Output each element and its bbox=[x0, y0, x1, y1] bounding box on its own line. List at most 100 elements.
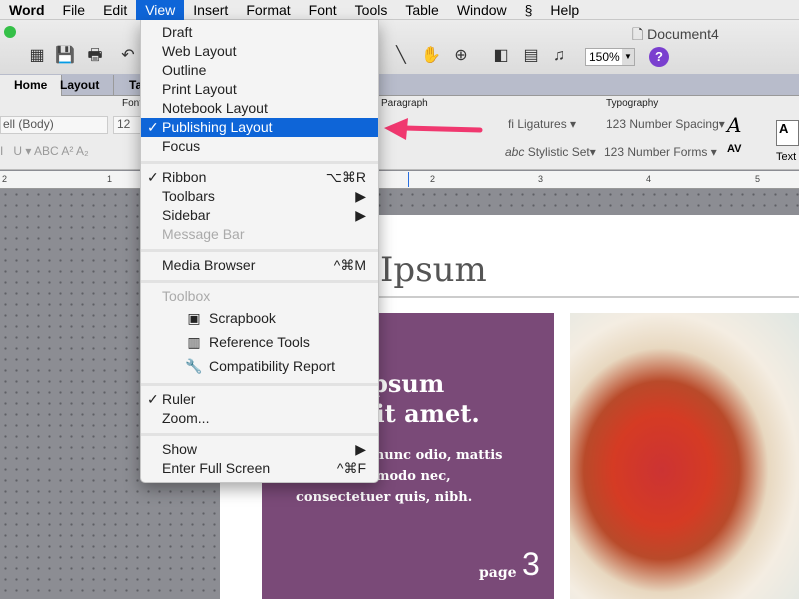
menu-help[interactable]: Help bbox=[541, 0, 588, 20]
ruler[interactable]: 2 1 2 3 4 5 bbox=[0, 171, 799, 189]
menu-view[interactable]: View bbox=[136, 0, 185, 20]
stylistic-set-button[interactable]: abc Stylistic Set▾ bbox=[505, 145, 596, 159]
menu-item-ruler[interactable]: ✓ Ruler bbox=[141, 390, 378, 409]
menu-item-reference-tools[interactable]: ▥ Reference Tools bbox=[141, 333, 378, 352]
shortcut-label: ^⌘M bbox=[333, 257, 366, 273]
menu-item-zoom[interactable]: Zoom... bbox=[141, 409, 378, 428]
box-body-1: e nunc odio, mattis bbox=[362, 448, 503, 463]
chevron-down-icon: ▼ bbox=[622, 49, 634, 65]
wrench-icon: 🔧 bbox=[185, 358, 203, 374]
ruler-mark: 2 bbox=[2, 174, 8, 184]
save-icon[interactable]: 💾 bbox=[54, 46, 76, 66]
menu-separator bbox=[141, 249, 378, 252]
stylistic-set-label: Stylistic Set bbox=[527, 145, 590, 159]
menu-insert[interactable]: Insert bbox=[184, 0, 237, 20]
hand-icon[interactable]: ✋ bbox=[420, 46, 442, 66]
menu-item-focus[interactable]: Focus bbox=[141, 137, 378, 156]
menu-table[interactable]: Table bbox=[396, 0, 447, 20]
menu-window[interactable]: Window bbox=[448, 0, 516, 20]
menu-item-outline[interactable]: Outline bbox=[141, 61, 378, 80]
menu-edit[interactable]: Edit bbox=[94, 0, 136, 20]
menu-format[interactable]: Format bbox=[237, 0, 299, 20]
menu-separator bbox=[141, 383, 378, 386]
menu-item-print-layout[interactable]: Print Layout bbox=[141, 80, 378, 99]
ligatures-label: Ligatures bbox=[517, 117, 567, 131]
ruler-mark: 4 bbox=[646, 174, 652, 184]
number-forms-icon: 123 bbox=[604, 145, 625, 159]
font-size-field[interactable]: 12 bbox=[113, 116, 141, 134]
menu-item-scrapbook[interactable]: ▣ Scrapbook bbox=[141, 309, 378, 328]
menu-font[interactable]: Font bbox=[300, 0, 346, 20]
menu-item-ribbon[interactable]: ✓ Ribbon ⌥⌘R bbox=[141, 168, 378, 187]
line-tool-icon[interactable]: ╲ bbox=[390, 46, 412, 66]
swash-icon[interactable]: A bbox=[727, 113, 741, 137]
menu-word[interactable]: Word bbox=[0, 0, 54, 20]
menu-header-toolbox: Toolbox bbox=[162, 288, 211, 304]
number-forms-label: Number Forms bbox=[627, 145, 708, 159]
menu-tools[interactable]: Tools bbox=[346, 0, 397, 20]
checkmark-icon: ✓ bbox=[147, 391, 159, 407]
menu-bar: Word File Edit View Insert Format Font T… bbox=[0, 0, 799, 20]
submenu-arrow-icon: ▶ bbox=[355, 441, 366, 457]
menu-item-draft[interactable]: Draft bbox=[141, 23, 378, 42]
zoom-value: 150% bbox=[589, 50, 620, 64]
tab-layout[interactable]: Layout bbox=[46, 75, 115, 96]
indent-marker[interactable] bbox=[408, 172, 409, 187]
checkmark-icon: ✓ bbox=[147, 169, 159, 185]
books-icon: ▥ bbox=[187, 334, 201, 350]
menu-item-web-layout[interactable]: Web Layout bbox=[141, 42, 378, 61]
format-buttons-icon[interactable]: I U ▾ ABC A² A₂ bbox=[0, 144, 89, 158]
media-browser-icon[interactable]: ♫ bbox=[548, 46, 570, 66]
stuffed-peppers-photo[interactable] bbox=[570, 313, 799, 599]
zoom-select[interactable]: 150% ▼ bbox=[585, 48, 635, 66]
shortcut-label: ^⌘F bbox=[336, 460, 366, 476]
stylistic-icon: abc bbox=[505, 145, 525, 159]
script-menu-icon[interactable]: § bbox=[516, 0, 542, 20]
menu-item-notebook-layout[interactable]: Notebook Layout bbox=[141, 99, 378, 118]
font-name-field[interactable]: ell (Body) bbox=[0, 116, 108, 134]
menu-item-publishing-layout[interactable]: ✓ Publishing Layout bbox=[141, 118, 378, 137]
print-icon[interactable]: 🖶 bbox=[84, 46, 106, 66]
paragraph-group-label: Paragraph bbox=[381, 98, 428, 109]
help-icon[interactable]: ? bbox=[649, 47, 669, 67]
zoom-window-button[interactable] bbox=[4, 26, 16, 38]
number-forms-button[interactable]: 123 Number Forms ▾ bbox=[604, 145, 717, 159]
ruler-mark: 2 bbox=[430, 174, 436, 184]
menu-separator bbox=[141, 161, 378, 164]
menu-item-toolbars[interactable]: Toolbars ▶ bbox=[141, 187, 378, 206]
box-body-3: consectetuer quis, nibh. bbox=[296, 490, 473, 505]
shortcut-label: ⌥⌘R bbox=[325, 169, 366, 185]
checkmark-icon: ✓ bbox=[147, 119, 159, 135]
menu-item-compatibility-report[interactable]: 🔧 Compatibility Report bbox=[141, 357, 378, 376]
document-title: 🗋 Document4 bbox=[632, 24, 719, 48]
menu-separator bbox=[141, 280, 378, 283]
ruler-mark: 5 bbox=[755, 174, 761, 184]
gallery-icon[interactable]: ▦ bbox=[26, 46, 48, 66]
kerning-icon[interactable]: AV bbox=[727, 143, 741, 155]
menu-item-enter-full-screen[interactable]: Enter Full Screen ^⌘F bbox=[141, 459, 378, 478]
ligatures-button[interactable]: ﬁ Ligatures ▾ bbox=[508, 117, 576, 131]
document-icon: 🗋 bbox=[632, 26, 644, 42]
view-menu: Draft Web Layout Outline Print Layout No… bbox=[140, 20, 379, 483]
menu-item-show[interactable]: Show ▶ bbox=[141, 440, 378, 459]
ruler-mark: 1 bbox=[107, 174, 113, 184]
submenu-arrow-icon: ▶ bbox=[355, 188, 366, 204]
number-spacing-label: Number Spacing bbox=[629, 117, 719, 131]
undo-icon[interactable]: ↶ bbox=[117, 46, 139, 66]
number-spacing-icon: 123 bbox=[606, 117, 627, 131]
magnify-icon[interactable]: ⊕ bbox=[450, 46, 472, 66]
ligature-icon: ﬁ bbox=[508, 117, 514, 131]
page-heading[interactable]: Ipsum bbox=[380, 250, 487, 290]
menu-item-media-browser[interactable]: Media Browser ^⌘M bbox=[141, 256, 378, 275]
document-title-text: Document4 bbox=[647, 26, 719, 42]
menu-file[interactable]: File bbox=[54, 0, 95, 20]
font-group-label: Font bbox=[122, 98, 143, 109]
sidebar-icon[interactable]: ◧ bbox=[490, 46, 512, 66]
toolbox-icon[interactable]: ▤ bbox=[520, 46, 542, 66]
typography-group-label: Typography bbox=[606, 98, 659, 109]
menu-item-sidebar[interactable]: Sidebar ▶ bbox=[141, 206, 378, 225]
pointer-arrow-icon bbox=[384, 118, 483, 140]
ruler-mark: 3 bbox=[538, 174, 544, 184]
number-spacing-button[interactable]: 123 Number Spacing▾ bbox=[606, 117, 725, 131]
text-box-icon[interactable]: A bbox=[776, 120, 799, 146]
